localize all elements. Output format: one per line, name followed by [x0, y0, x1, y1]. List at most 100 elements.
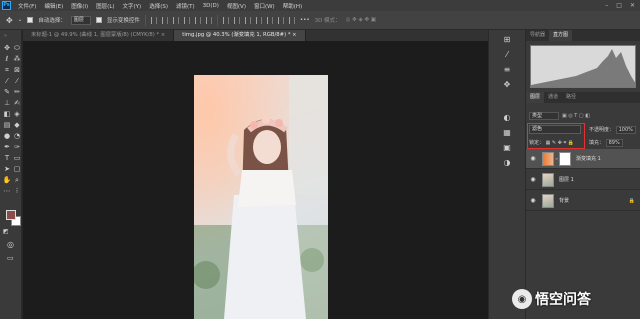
distribute-top-icon[interactable]	[222, 16, 229, 24]
distribute-bottom-icon[interactable]	[244, 16, 251, 24]
libraries-icon[interactable]: ▣	[502, 142, 513, 153]
swatches-icon[interactable]: ▦	[502, 127, 513, 138]
eye-icon[interactable]: ◉	[529, 197, 537, 204]
more-options-icon[interactable]: •••	[300, 17, 310, 23]
pencil-icon[interactable]: ✏	[12, 87, 22, 97]
type-icon[interactable]: T	[2, 153, 12, 163]
link-icon[interactable]: ∞	[555, 156, 558, 161]
maximize-button[interactable]: □	[616, 2, 622, 9]
default-colors-icon[interactable]: ◩	[3, 228, 9, 235]
rectangle-icon[interactable]: ▢	[12, 164, 22, 174]
close-button[interactable]: ✕	[630, 2, 635, 9]
tab-timg[interactable]: timg.jpg @ 40.3% (渐变填充 1, RGB/8#) * ×	[174, 30, 306, 41]
color-icon[interactable]: ◐	[502, 112, 513, 123]
menu-edit[interactable]: 编辑(E)	[40, 2, 67, 10]
hand-icon[interactable]: ✋	[2, 175, 12, 185]
paint-bucket-icon[interactable]: ◆	[12, 120, 22, 130]
3d-mode-label: 3D 模式：	[314, 18, 341, 24]
blur-icon[interactable]: ◔	[12, 131, 22, 141]
tab-histogram[interactable]: 直方图	[549, 30, 573, 41]
menu-file[interactable]: 文件(F)	[14, 2, 40, 10]
align-top-icon[interactable]	[150, 16, 157, 24]
align-middle-icon[interactable]	[161, 16, 168, 24]
chevron-down-icon[interactable]: ⌄	[18, 17, 23, 23]
tab-channels[interactable]: 通道	[544, 92, 562, 103]
slice-icon[interactable]: ⊠	[12, 65, 22, 75]
menu-layer[interactable]: 图层(L)	[92, 2, 118, 10]
pen-icon[interactable]: ✒	[2, 142, 12, 152]
layer-row-gradient-fill[interactable]: ◉ ∞ 渐变填充 1	[526, 149, 640, 169]
auto-align-icon[interactable]	[288, 16, 295, 24]
auto-select-checkbox[interactable]	[27, 17, 34, 23]
gradient-icon[interactable]: ▤	[2, 120, 12, 130]
align-center-icon[interactable]	[194, 16, 201, 24]
tab-untitled-1[interactable]: 未标题-1 @ 49.9% (曲线 1, 图层蒙版/8) (CMYK/8) * …	[23, 30, 175, 41]
path-select-icon[interactable]: ➤	[2, 164, 12, 174]
options-bar: ✥ ⌄ 自动选择： 图层 显示变换控件 ••• 3D 模式： ◎ ✥ ◈ ✤ ▣	[0, 11, 640, 30]
tab-navigator[interactable]: 导航器	[526, 30, 549, 41]
menu-help[interactable]: 帮助(H)	[279, 2, 306, 10]
distribute-left-icon[interactable]	[255, 16, 262, 24]
mask-thumbnail[interactable]	[559, 151, 571, 166]
eyedropper-icon[interactable]: ⁄	[2, 76, 12, 86]
layer-thumbnail	[542, 193, 554, 208]
fill-input[interactable]: 89%	[605, 139, 623, 147]
move-tool-icon[interactable]: ✥	[6, 16, 13, 25]
menu-view[interactable]: 视图(V)	[223, 2, 250, 10]
show-transform-checkbox[interactable]	[95, 17, 102, 23]
align-right-icon[interactable]	[205, 16, 212, 24]
properties-icon[interactable]: ⁄	[502, 49, 513, 60]
screen-mode-icon[interactable]: ▭	[7, 254, 14, 262]
bg-eraser-icon[interactable]: ◈	[12, 109, 22, 119]
filter-icons[interactable]: ▣ ◎ T ▢ ◧	[562, 113, 590, 119]
menu-type[interactable]: 文字(Y)	[119, 2, 146, 10]
distribute-middle-icon[interactable]	[233, 16, 240, 24]
layer-filter-select[interactable]: 类型	[529, 112, 559, 120]
tab-layers[interactable]: 图层	[526, 92, 545, 103]
distribute-right-icon[interactable]	[277, 16, 284, 24]
freeform-pen-icon[interactable]: ✑	[12, 142, 22, 152]
layer-row-layer-1[interactable]: ◉ 图层 1	[526, 170, 640, 190]
quick-select-icon[interactable]: ⁂	[12, 54, 22, 64]
stamp-icon[interactable]: ⊥	[2, 98, 12, 108]
auto-select-dropdown[interactable]: 图层	[70, 15, 91, 25]
more-icon[interactable]: ⁝	[12, 186, 22, 196]
menu-3d[interactable]: 3D(D)	[199, 3, 223, 9]
menu-filter[interactable]: 滤镜(T)	[172, 2, 199, 10]
ruler-icon[interactable]: ⁄	[12, 76, 22, 86]
marquee-icon[interactable]: ⬭	[12, 43, 22, 53]
collapse-icon[interactable]: »	[4, 33, 7, 39]
adjust-icon[interactable]: ✥	[502, 79, 513, 90]
crop-icon[interactable]: ⌗	[2, 65, 12, 75]
minimize-button[interactable]: –	[605, 2, 608, 9]
vertical-type-icon[interactable]: ▭	[12, 153, 22, 163]
eye-icon[interactable]: ◉	[529, 155, 537, 162]
adjustments-icon[interactable]: ◑	[502, 157, 513, 168]
lasso-icon[interactable]: ℓ	[2, 54, 12, 64]
foreground-color-swatch[interactable]	[6, 210, 16, 220]
menu-select[interactable]: 选择(S)	[145, 2, 172, 10]
opacity-input[interactable]: 100%	[615, 126, 636, 134]
move-icon[interactable]: ✥	[2, 43, 12, 53]
quick-mask-icon[interactable]: ◎	[7, 240, 14, 249]
history-icon[interactable]: ⊞	[502, 34, 513, 45]
document-image[interactable]	[194, 75, 328, 319]
fill-row: 填充： 89%	[589, 139, 623, 147]
tab-paths[interactable]: 路径	[562, 92, 580, 103]
align-bottom-icon[interactable]	[172, 16, 179, 24]
distribute-center-icon[interactable]	[266, 16, 273, 24]
menu-window[interactable]: 窗口(W)	[250, 2, 279, 10]
align-left-icon[interactable]	[183, 16, 190, 24]
3d-orbit-icon[interactable]: ◎ ✥ ◈ ✤ ▣	[346, 17, 376, 23]
tool-column-1: ✥ ℓ ⌗ ⁄ ✎ ⊥ ◧ ▤ ● ✒ T ➤ ✋ ⋯	[2, 42, 12, 197]
options-icon[interactable]: ≡	[502, 64, 513, 75]
rotate-view-icon[interactable]: ⌕	[12, 175, 22, 185]
eye-icon[interactable]: ◉	[529, 176, 537, 183]
eraser-icon[interactable]: ◧	[2, 109, 12, 119]
layer-row-background[interactable]: ◉ 背景 🔒	[526, 191, 640, 211]
menu-image[interactable]: 图像(I)	[67, 2, 92, 10]
brush-icon[interactable]: ✎	[2, 87, 12, 97]
dodge-icon[interactable]: ●	[2, 131, 12, 141]
zoom-icon[interactable]: ⋯	[2, 186, 12, 196]
history-brush-icon[interactable]: ✍	[12, 98, 22, 108]
